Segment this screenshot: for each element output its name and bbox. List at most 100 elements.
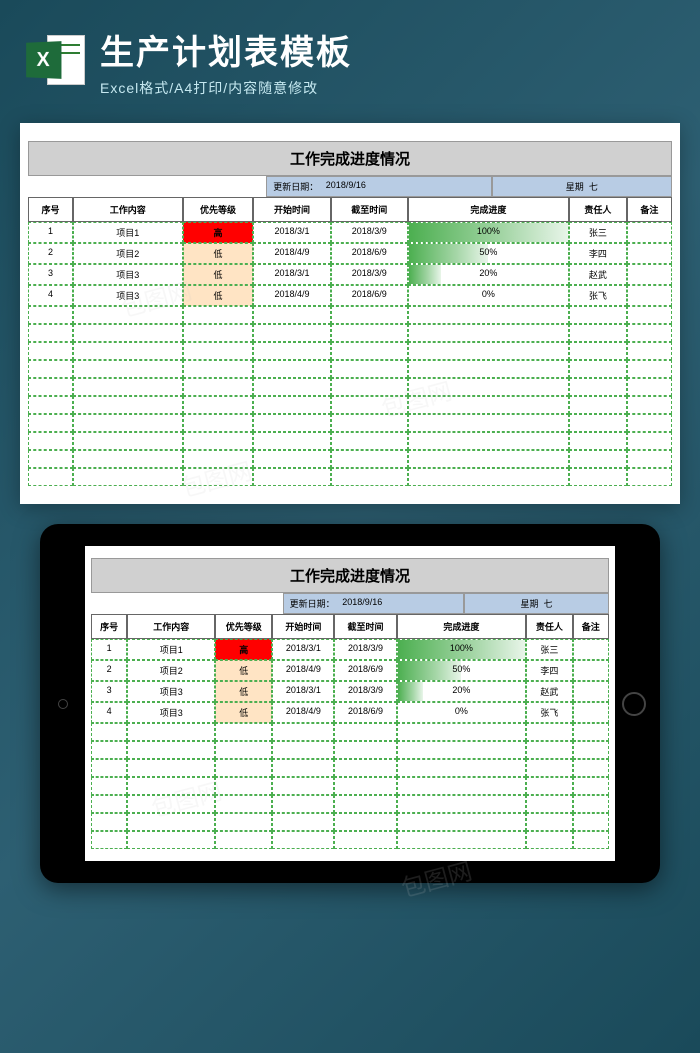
empty-cell[interactable] — [569, 378, 627, 396]
empty-cell[interactable] — [28, 432, 73, 450]
empty-cell[interactable] — [183, 468, 254, 486]
empty-cell[interactable] — [215, 777, 272, 795]
empty-cell[interactable] — [183, 360, 254, 378]
empty-cell[interactable] — [569, 396, 627, 414]
empty-cell[interactable] — [253, 324, 330, 342]
cell-progress[interactable]: 50% — [397, 660, 527, 681]
cell-progress[interactable]: 0% — [408, 285, 569, 306]
cell-owner[interactable]: 赵武 — [526, 681, 573, 702]
empty-cell[interactable] — [397, 741, 527, 759]
empty-cell[interactable] — [334, 759, 396, 777]
empty-cell[interactable] — [627, 450, 672, 468]
cell-task[interactable]: 项目3 — [127, 681, 215, 702]
empty-cell[interactable] — [331, 468, 408, 486]
empty-cell[interactable] — [569, 450, 627, 468]
empty-cell[interactable] — [28, 360, 73, 378]
empty-cell[interactable] — [127, 795, 215, 813]
cell-task[interactable]: 项目2 — [127, 660, 215, 681]
cell-start[interactable]: 2018/4/9 — [272, 702, 334, 723]
cell-start[interactable]: 2018/4/9 — [272, 660, 334, 681]
empty-cell[interactable] — [627, 324, 672, 342]
empty-cell[interactable] — [331, 450, 408, 468]
empty-cell[interactable] — [73, 324, 182, 342]
empty-cell[interactable] — [28, 342, 73, 360]
cell-note[interactable] — [627, 243, 672, 264]
cell-note[interactable] — [573, 639, 609, 660]
empty-cell[interactable] — [331, 306, 408, 324]
empty-cell[interactable] — [408, 432, 569, 450]
empty-cell[interactable] — [91, 777, 127, 795]
cell-start[interactable]: 2018/4/9 — [253, 285, 330, 306]
empty-cell[interactable] — [28, 450, 73, 468]
empty-cell[interactable] — [253, 450, 330, 468]
empty-cell[interactable] — [408, 450, 569, 468]
cell-note[interactable] — [627, 222, 672, 243]
empty-cell[interactable] — [334, 831, 396, 849]
empty-cell[interactable] — [28, 378, 73, 396]
empty-cell[interactable] — [215, 795, 272, 813]
empty-cell[interactable] — [272, 831, 334, 849]
cell-task[interactable]: 项目3 — [73, 264, 182, 285]
empty-cell[interactable] — [569, 360, 627, 378]
cell-end[interactable]: 2018/6/9 — [334, 702, 396, 723]
cell-no[interactable]: 4 — [91, 702, 127, 723]
empty-cell[interactable] — [526, 759, 573, 777]
empty-cell[interactable] — [73, 468, 182, 486]
empty-cell[interactable] — [215, 723, 272, 741]
cell-priority[interactable]: 低 — [215, 702, 272, 723]
empty-cell[interactable] — [573, 723, 609, 741]
cell-owner[interactable]: 张三 — [569, 222, 627, 243]
empty-cell[interactable] — [73, 450, 182, 468]
empty-cell[interactable] — [127, 831, 215, 849]
cell-priority[interactable]: 高 — [183, 222, 254, 243]
empty-cell[interactable] — [573, 741, 609, 759]
empty-cell[interactable] — [331, 432, 408, 450]
empty-cell[interactable] — [253, 414, 330, 432]
empty-cell[interactable] — [408, 360, 569, 378]
empty-cell[interactable] — [408, 342, 569, 360]
empty-cell[interactable] — [573, 759, 609, 777]
empty-cell[interactable] — [253, 360, 330, 378]
cell-priority[interactable]: 低 — [215, 660, 272, 681]
cell-note[interactable] — [627, 285, 672, 306]
cell-no[interactable]: 1 — [28, 222, 73, 243]
empty-cell[interactable] — [573, 777, 609, 795]
empty-cell[interactable] — [526, 777, 573, 795]
empty-cell[interactable] — [573, 795, 609, 813]
cell-owner[interactable]: 张飞 — [569, 285, 627, 306]
cell-progress[interactable]: 20% — [397, 681, 527, 702]
cell-end[interactable]: 2018/3/9 — [331, 222, 408, 243]
cell-start[interactable]: 2018/3/1 — [272, 639, 334, 660]
cell-no[interactable]: 2 — [28, 243, 73, 264]
empty-cell[interactable] — [215, 759, 272, 777]
empty-cell[interactable] — [627, 306, 672, 324]
empty-cell[interactable] — [397, 723, 527, 741]
empty-cell[interactable] — [253, 396, 330, 414]
empty-cell[interactable] — [331, 414, 408, 432]
empty-cell[interactable] — [627, 360, 672, 378]
empty-cell[interactable] — [408, 306, 569, 324]
cell-start[interactable]: 2018/3/1 — [272, 681, 334, 702]
empty-cell[interactable] — [127, 741, 215, 759]
cell-end[interactable]: 2018/3/9 — [334, 681, 396, 702]
empty-cell[interactable] — [253, 342, 330, 360]
cell-progress[interactable]: 100% — [408, 222, 569, 243]
cell-note[interactable] — [573, 660, 609, 681]
empty-cell[interactable] — [272, 741, 334, 759]
empty-cell[interactable] — [526, 741, 573, 759]
cell-no[interactable]: 3 — [91, 681, 127, 702]
empty-cell[interactable] — [28, 306, 73, 324]
cell-priority[interactable]: 高 — [215, 639, 272, 660]
cell-no[interactable]: 4 — [28, 285, 73, 306]
empty-cell[interactable] — [73, 432, 182, 450]
cell-progress[interactable]: 100% — [397, 639, 527, 660]
empty-cell[interactable] — [272, 795, 334, 813]
cell-no[interactable]: 1 — [91, 639, 127, 660]
cell-owner[interactable]: 张飞 — [526, 702, 573, 723]
cell-end[interactable]: 2018/3/9 — [334, 639, 396, 660]
empty-cell[interactable] — [73, 360, 182, 378]
empty-cell[interactable] — [183, 414, 254, 432]
cell-task[interactable]: 项目3 — [127, 702, 215, 723]
empty-cell[interactable] — [331, 396, 408, 414]
empty-cell[interactable] — [183, 396, 254, 414]
